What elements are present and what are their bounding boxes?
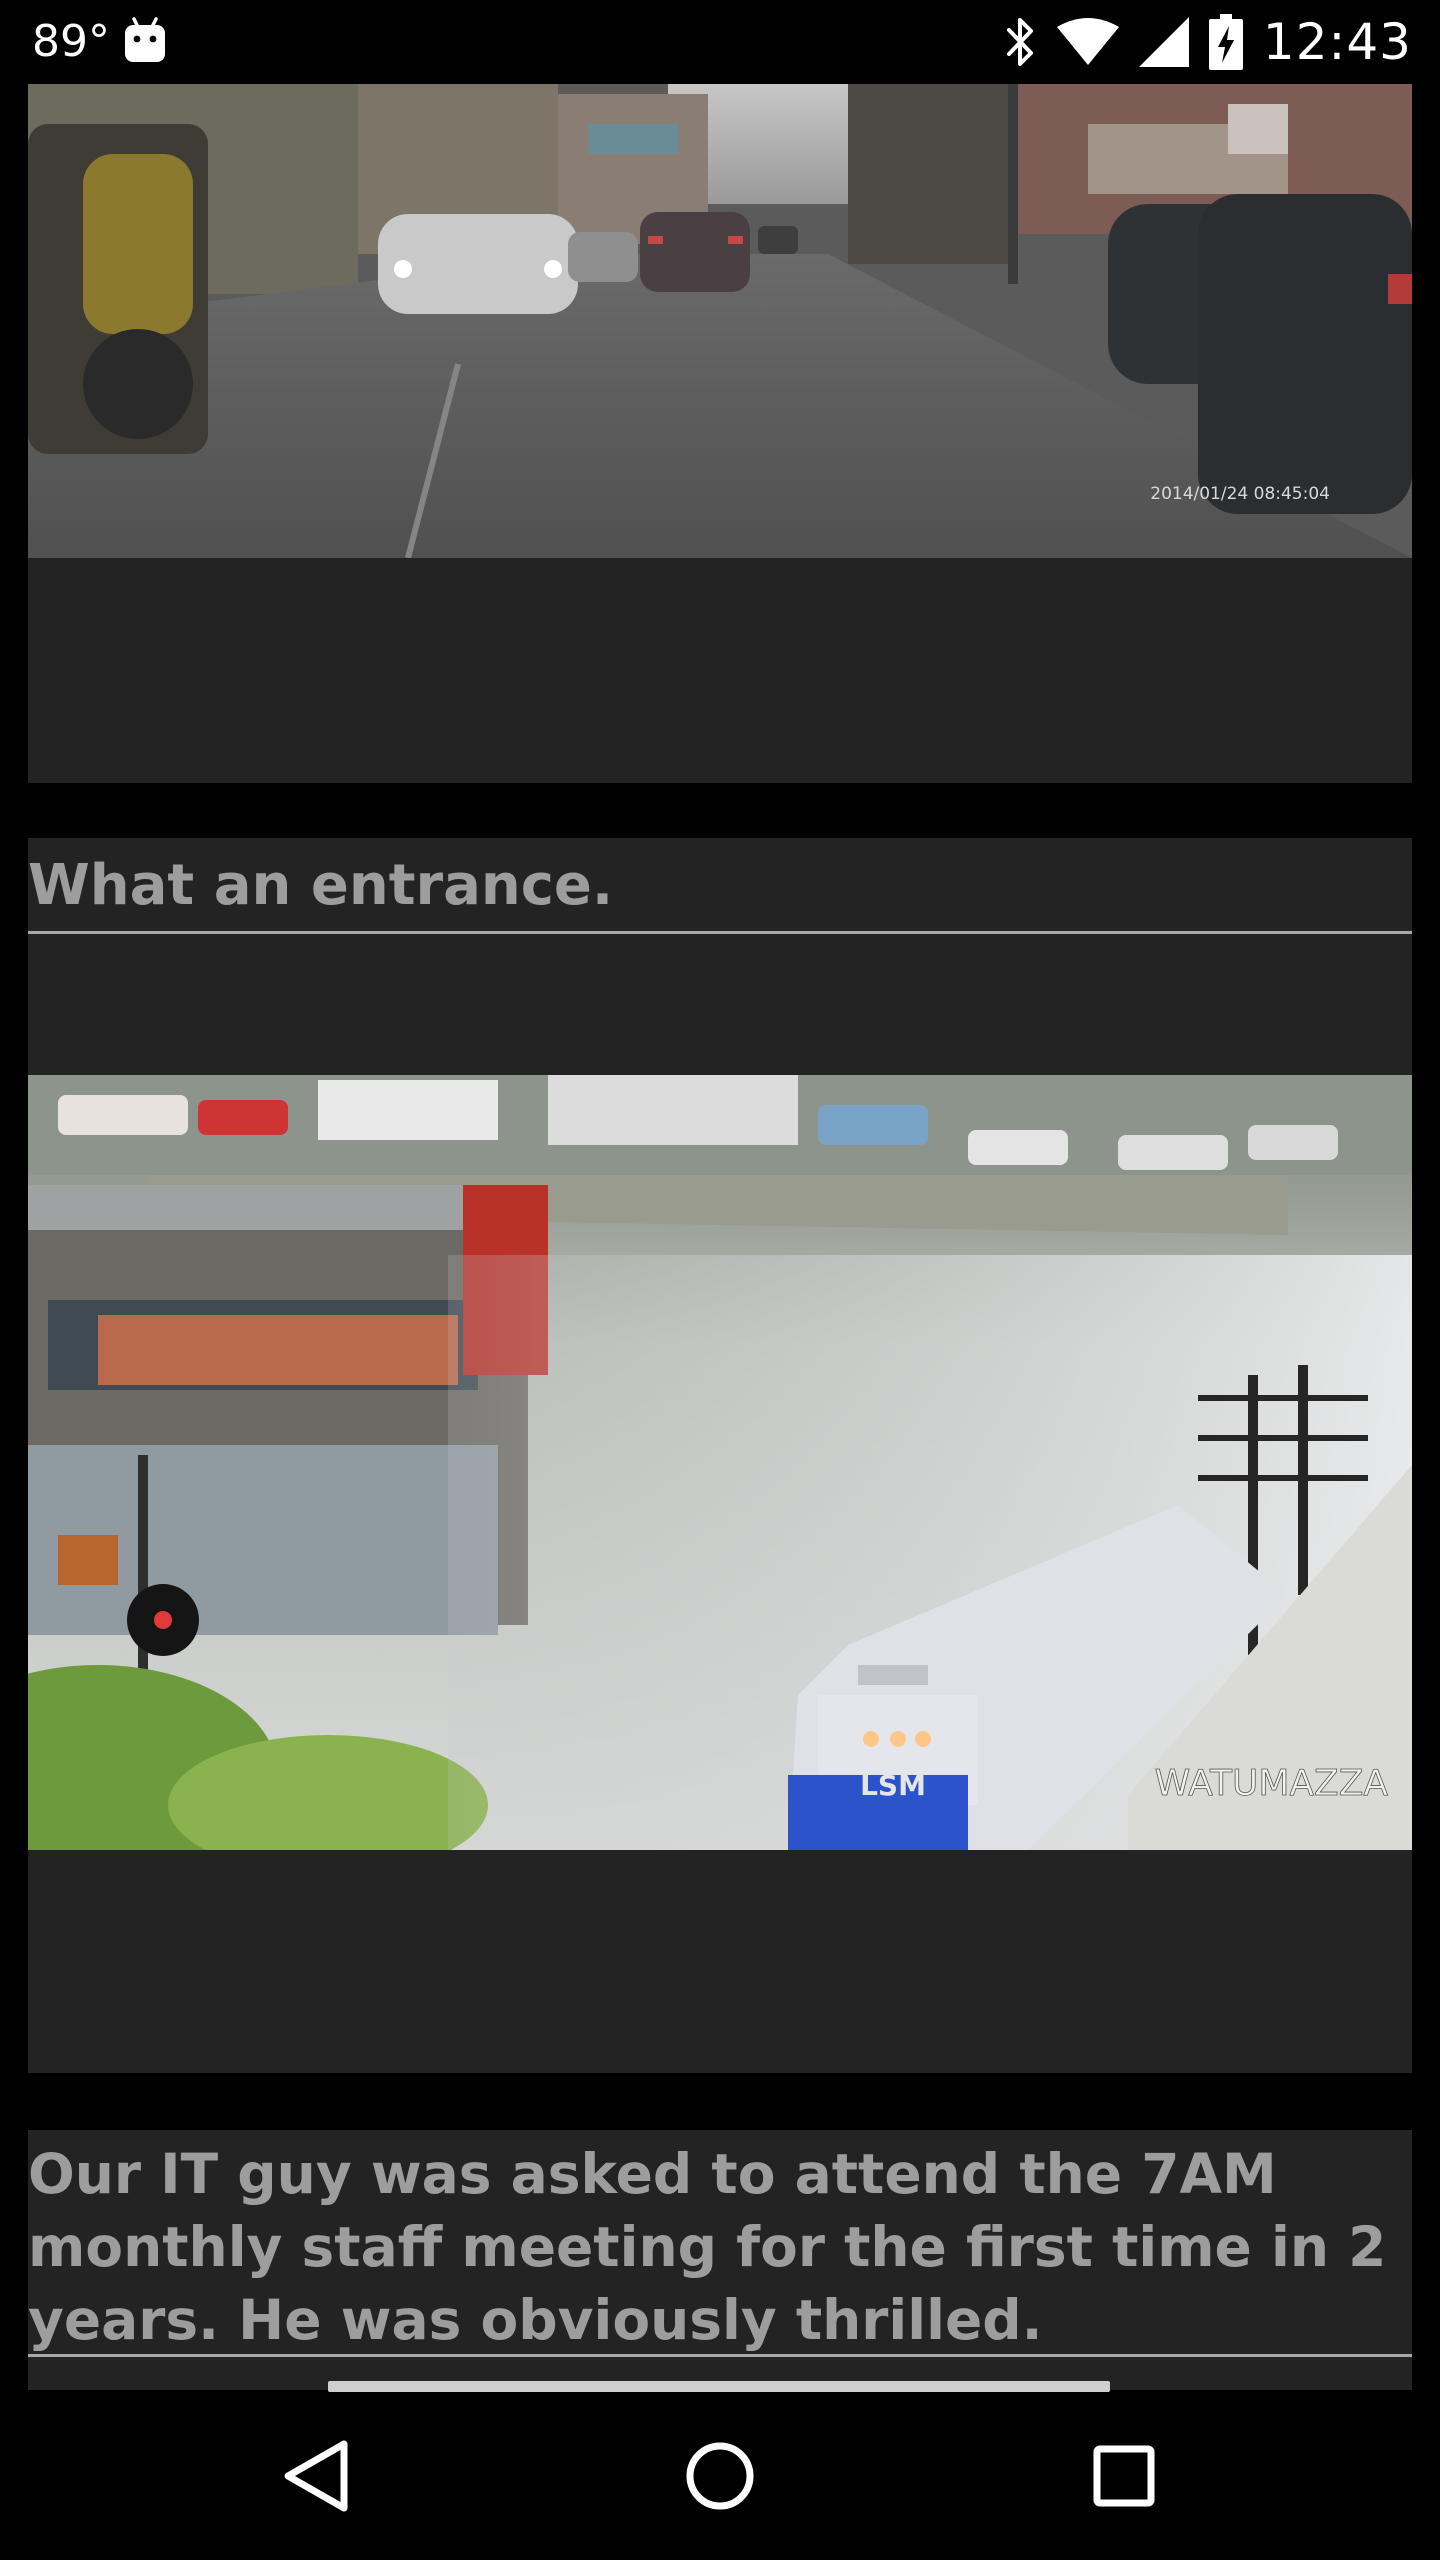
post-card[interactable]: Our IT guy was asked to attend the 7AM m…: [28, 2130, 1412, 2390]
navigation-bar: [0, 2392, 1440, 2560]
title-divider: [28, 2354, 1412, 2357]
weather-temperature: 89°: [32, 16, 110, 67]
post-media-train-flood[interactable]: LSM WATUMAZZA: [28, 1075, 1412, 1850]
bluetooth-icon: [1006, 18, 1033, 66]
scroll-indicator[interactable]: [328, 2381, 1110, 2392]
post-media-dashcam-street[interactable]: 2014/01/24 08:45:04: [28, 84, 1412, 558]
post-card[interactable]: What an entrance. LSM WATUMAZZA: [28, 838, 1412, 2073]
video-watermark: WATUMAZZA: [1155, 1763, 1389, 1804]
post-feed[interactable]: 2014/01/24 08:45:04 What an entrance. LS…: [0, 84, 1440, 2390]
clock: 12:43: [1262, 13, 1412, 71]
status-icons: 12:43: [1003, 10, 1412, 74]
post-card[interactable]: 2014/01/24 08:45:04: [28, 84, 1412, 783]
post-title[interactable]: What an entrance.: [28, 850, 1412, 922]
post-title[interactable]: Our IT guy was asked to attend the 7AM m…: [28, 2138, 1412, 2357]
recents-button[interactable]: [1074, 2426, 1174, 2526]
title-divider: [28, 931, 1412, 934]
home-button[interactable]: [670, 2426, 770, 2526]
back-button[interactable]: [266, 2426, 366, 2526]
cell-signal-icon: [1138, 17, 1189, 67]
status-bar: 89° 12:43: [0, 0, 1440, 84]
wifi-icon: [1056, 18, 1119, 65]
battery-charging-icon: [1208, 14, 1243, 70]
train-label: LSM: [860, 1769, 926, 1802]
android-icon: [125, 17, 165, 62]
video-timestamp-overlay: 2014/01/24 08:45:04: [1150, 484, 1330, 504]
